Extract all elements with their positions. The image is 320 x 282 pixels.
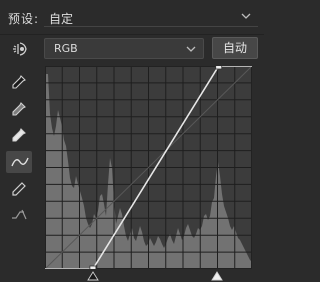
gray-point-eyedropper[interactable] — [6, 98, 32, 120]
preset-label: 预设: — [8, 12, 40, 26]
curves-graph[interactable] — [45, 66, 252, 269]
input-slider-track — [87, 271, 223, 281]
white-point-slider[interactable] — [211, 271, 223, 281]
on-image-adjust-icon — [13, 42, 27, 56]
white-point-eyedropper-icon — [12, 128, 26, 142]
pencil-draw-icon — [12, 182, 26, 196]
channel-dropdown[interactable]: RGB — [44, 38, 204, 59]
on-image-adjust-tool[interactable] — [6, 38, 32, 60]
black-point-eyedropper[interactable] — [6, 71, 32, 93]
pencil-draw-tool[interactable] — [6, 178, 32, 200]
smooth-curve-icon — [12, 209, 27, 220]
curve-control-point[interactable] — [215, 66, 223, 70]
curve-edit-points-icon — [11, 157, 29, 167]
divider — [0, 34, 264, 35]
preset-row: 预设: 自定 — [0, 0, 264, 36]
preset-value: 自定 — [49, 12, 74, 26]
white-point-eyedropper[interactable] — [6, 124, 32, 146]
auto-button[interactable]: 自动 — [212, 37, 258, 59]
chevron-down-icon — [186, 46, 196, 52]
curve-edit-points-tool[interactable] — [6, 151, 32, 173]
preset-dropdown[interactable]: 自定 — [44, 7, 258, 27]
chevron-down-icon — [241, 13, 251, 19]
black-point-slider[interactable] — [87, 271, 99, 281]
smooth-curve-tool[interactable] — [6, 204, 32, 226]
gray-point-eyedropper-icon — [12, 102, 26, 116]
channel-value: RGB — [54, 42, 78, 55]
black-point-eyedropper-icon — [12, 75, 26, 89]
